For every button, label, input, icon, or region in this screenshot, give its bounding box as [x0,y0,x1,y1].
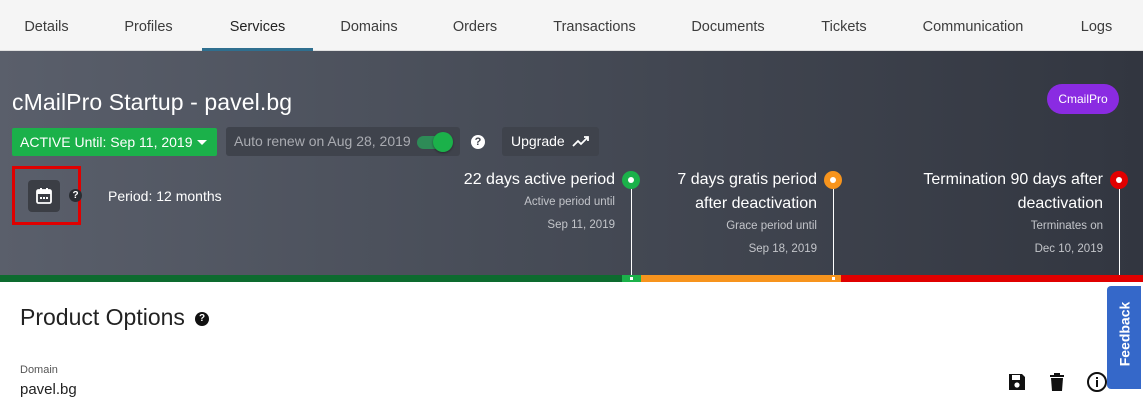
phase-grace-title-2: after deactivation [695,195,817,212]
upgrade-label: Upgrade [511,133,565,149]
phase-grace-date: Sep 18, 2019 [748,243,817,255]
phase-active-title: 22 days active period [463,171,615,188]
domain-label: Domain [20,364,58,376]
product-options-panel [4,282,1143,402]
timeline-active-segment [0,275,622,282]
phase-active-sub: Active period until [524,196,615,208]
help-icon[interactable]: ? [471,135,485,149]
phase-termination-title-2: deactivation [1017,195,1103,212]
info-icon[interactable] [1086,371,1108,393]
tab-profiles[interactable]: Profiles [93,0,204,51]
tab-domains[interactable]: Domains [313,0,425,51]
product-badge: CmailPro [1047,84,1119,114]
calendar-icon [36,188,52,204]
tab-transactions[interactable]: Transactions [525,0,664,51]
page-title: cMailPro Startup - pavel.bg [12,89,293,115]
tab-bar: Details Profiles Services Domains Orders… [0,0,1143,51]
toggle-knob[interactable] [433,132,453,152]
active-status-dot [622,171,640,189]
service-header: cMailPro Startup - pavel.bg CmailPro ACT… [0,51,1143,276]
termination-marker-line [1119,189,1120,276]
phase-grace-title-1: 7 days gratis period [677,171,817,188]
phase-termination-sub: Terminates on [1030,220,1103,232]
save-icon[interactable] [1006,371,1028,393]
phase-termination-date: Dec 10, 2019 [1034,243,1103,255]
termination-status-dot [1110,171,1128,189]
timeline-grace-segment [641,275,841,282]
timeline-termination-segment [841,275,1143,282]
tab-communication[interactable]: Communication [896,0,1050,51]
phase-grace-sub: Grace period until [726,220,817,232]
period-help-icon[interactable]: ? [69,189,82,202]
feedback-button[interactable]: Feedback [1107,286,1141,389]
tab-logs[interactable]: Logs [1050,0,1143,51]
tab-tickets[interactable]: Tickets [792,0,896,51]
section-title: Product Options [20,304,185,330]
grace-status-dot [824,171,842,189]
tab-details[interactable]: Details [0,0,93,51]
tab-orders[interactable]: Orders [425,0,525,51]
calendar-button[interactable] [28,180,60,212]
feedback-label: Feedback [1116,301,1133,367]
phase-active-date: Sep 11, 2019 [547,219,615,231]
caret-down-icon [197,140,207,145]
timeline-marker [832,277,835,280]
upgrade-button[interactable]: Upgrade [502,127,599,156]
timeline-marker [630,277,633,280]
trash-icon[interactable] [1046,371,1068,393]
trending-up-icon [572,136,589,147]
auto-renew-label: Auto renew on Aug 28, 2019 [234,133,411,149]
tab-documents[interactable]: Documents [664,0,792,51]
product-options-help-icon[interactable]: ? [195,312,209,326]
domain-value: pavel.bg [20,381,77,398]
phase-termination-title-1: Termination 90 days after [923,171,1103,188]
grace-marker-line [833,189,834,276]
status-label: ACTIVE Until: Sep 11, 2019 [20,134,193,150]
active-marker-line [631,189,632,276]
period-label: Period: 12 months [108,188,222,204]
status-dropdown[interactable]: ACTIVE Until: Sep 11, 2019 [12,128,217,156]
tab-services[interactable]: Services [202,0,313,51]
